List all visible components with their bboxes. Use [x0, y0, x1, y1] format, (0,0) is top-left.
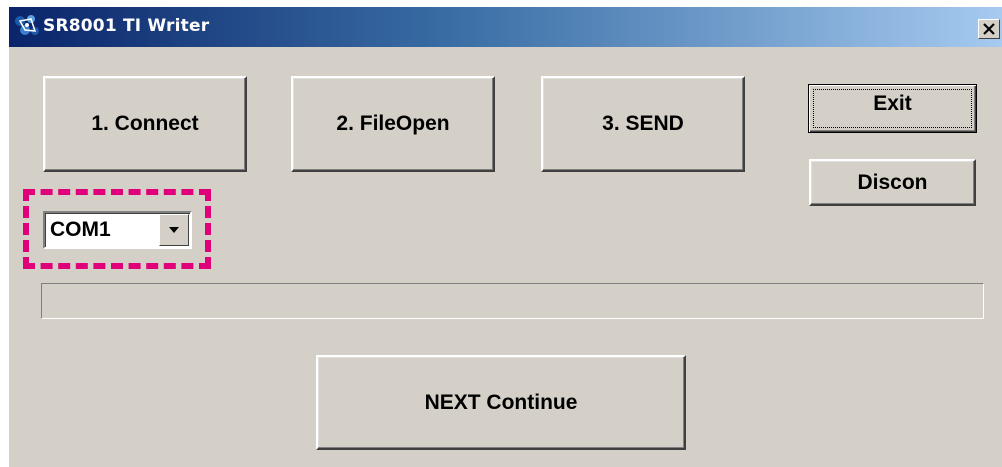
send-button-label: 3. SEND: [602, 112, 684, 135]
progress-bar: [41, 283, 984, 319]
connect-button[interactable]: 1. Connect: [43, 76, 247, 172]
dropdown-button[interactable]: [159, 214, 189, 246]
discon-button[interactable]: Discon: [809, 159, 976, 206]
close-icon: [979, 23, 999, 35]
exit-button[interactable]: Exit: [808, 84, 977, 133]
next-continue-button[interactable]: NEXT Continue: [316, 355, 686, 450]
title-bar[interactable]: SR8001 TI Writer: [9, 7, 1002, 47]
window-title: SR8001 TI Writer: [43, 16, 210, 36]
file-open-button[interactable]: 2. FileOpen: [291, 76, 495, 172]
app-icon: [13, 13, 41, 39]
app-window: SR8001 TI Writer 1. Connect 2. FileOpen …: [8, 6, 1002, 467]
connect-button-label: 1. Connect: [91, 112, 199, 135]
close-button[interactable]: [978, 19, 1000, 39]
next-continue-button-label: NEXT Continue: [424, 390, 578, 414]
file-open-button-label: 2. FileOpen: [336, 112, 450, 135]
com-port-value: COM1: [50, 218, 111, 241]
com-port-select[interactable]: COM1: [43, 211, 192, 249]
focus-ring: [813, 89, 972, 128]
send-button[interactable]: 3. SEND: [541, 76, 745, 172]
discon-button-label: Discon: [857, 170, 928, 194]
chevron-down-icon: [168, 221, 180, 239]
